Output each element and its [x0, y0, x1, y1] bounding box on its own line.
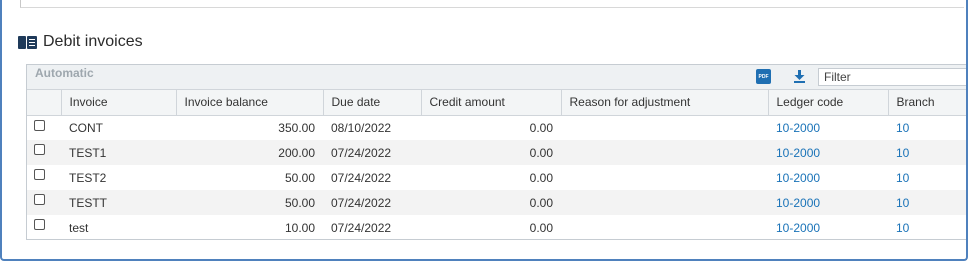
- column-header-ledger-code[interactable]: Ledger code: [768, 90, 889, 116]
- invoice-balance-cell: 50.00: [284, 170, 315, 185]
- due-date-cell: 07/24/2022: [331, 220, 392, 235]
- row-checkbox-cell: [27, 165, 61, 190]
- pdf-export-icon[interactable]: PDF: [756, 69, 771, 84]
- row-checkbox[interactable]: [34, 169, 45, 180]
- row-checkbox-cell: [27, 215, 61, 239]
- section-title: Debit invoices: [43, 33, 143, 50]
- window-frame: Debit invoices Automatic PDF Filter Invo…: [0, 0, 968, 261]
- ledger-code-link[interactable]: 10-2000: [768, 115, 888, 140]
- credit-amount-cell[interactable]: 0.00: [421, 215, 561, 239]
- filter-input[interactable]: [818, 68, 966, 86]
- table-row[interactable]: CONT 350.00 08/10/2022 0.00 10-2000 10: [27, 115, 966, 140]
- invoice-cell: TESTT: [69, 195, 107, 210]
- reason-cell[interactable]: [561, 190, 768, 215]
- column-header-invoice[interactable]: Invoice: [61, 90, 177, 116]
- column-header-credit-amount[interactable]: Credit amount: [421, 90, 562, 116]
- table-row[interactable]: TEST2 50.00 07/24/2022 0.00 10-2000 10: [27, 165, 966, 190]
- column-header-branch[interactable]: Branch: [888, 90, 966, 116]
- branch-link[interactable]: 10: [888, 215, 966, 239]
- branch-link[interactable]: 10: [888, 140, 966, 165]
- row-checkbox-cell: [27, 190, 61, 215]
- reason-cell[interactable]: [561, 165, 768, 190]
- column-header-due-date[interactable]: Due date: [323, 90, 422, 116]
- column-header-invoice-balance[interactable]: Invoice balance: [176, 90, 324, 116]
- ledger-code-link[interactable]: 10-2000: [768, 140, 888, 165]
- branch-link[interactable]: 10: [888, 190, 966, 215]
- ledger-code-link[interactable]: 10-2000: [768, 190, 888, 215]
- ledger-code-link[interactable]: 10-2000: [768, 215, 888, 239]
- top-panel-edge: [20, 0, 964, 8]
- credit-amount-cell[interactable]: 0.00: [421, 115, 561, 140]
- reason-cell[interactable]: [561, 115, 768, 140]
- branch-link[interactable]: 10: [888, 165, 966, 190]
- section-header: Debit invoices: [18, 32, 143, 52]
- debit-invoices-grid: Automatic PDF Filter Invoice Invoice bal…: [26, 64, 966, 240]
- toolbar-label: Automatic: [35, 66, 94, 80]
- grid-toolbar: Automatic PDF: [27, 65, 966, 90]
- row-checkbox[interactable]: [34, 219, 45, 230]
- row-checkbox[interactable]: [34, 144, 45, 155]
- table-row[interactable]: TESTT 50.00 07/24/2022 0.00 10-2000 10: [27, 190, 966, 215]
- invoice-balance-cell: 10.00: [284, 220, 315, 235]
- invoice-cell: TEST1: [69, 145, 107, 160]
- reason-cell[interactable]: [561, 140, 768, 165]
- book-icon: [18, 35, 37, 49]
- credit-amount-cell[interactable]: 0.00: [421, 190, 561, 215]
- row-checkbox-cell: [27, 115, 61, 140]
- due-date-cell: 07/24/2022: [331, 170, 392, 185]
- invoice-cell: test: [69, 220, 89, 235]
- table-header-row: Invoice Invoice balance Due date Credit …: [27, 90, 966, 116]
- due-date-cell: 07/24/2022: [331, 195, 392, 210]
- credit-amount-cell[interactable]: 0.00: [421, 140, 561, 165]
- reason-cell[interactable]: [561, 215, 768, 239]
- branch-link[interactable]: 10: [888, 115, 966, 140]
- invoice-balance-cell: 200.00: [278, 145, 315, 160]
- credit-amount-cell[interactable]: 0.00: [421, 165, 561, 190]
- due-date-cell: 08/10/2022: [331, 120, 392, 135]
- select-column-header: [27, 90, 62, 116]
- download-icon[interactable]: [793, 68, 806, 85]
- row-checkbox[interactable]: [34, 194, 45, 205]
- due-date-cell: 07/24/2022: [331, 145, 392, 160]
- table-row[interactable]: test 10.00 07/24/2022 0.00 10-2000 10: [27, 215, 966, 239]
- ledger-code-link[interactable]: 10-2000: [768, 165, 888, 190]
- invoices-table: Invoice Invoice balance Due date Credit …: [27, 90, 966, 239]
- invoice-cell: CONT: [69, 120, 103, 135]
- row-checkbox-cell: [27, 140, 61, 165]
- invoice-balance-cell: 350.00: [278, 120, 315, 135]
- invoice-balance-cell: 50.00: [284, 195, 315, 210]
- row-checkbox[interactable]: [34, 119, 45, 131]
- table-row[interactable]: TEST1 200.00 07/24/2022 0.00 10-2000 10: [27, 140, 966, 165]
- invoice-cell: TEST2: [69, 170, 107, 185]
- column-header-reason-for-adjustment[interactable]: Reason for adjustment: [561, 90, 769, 116]
